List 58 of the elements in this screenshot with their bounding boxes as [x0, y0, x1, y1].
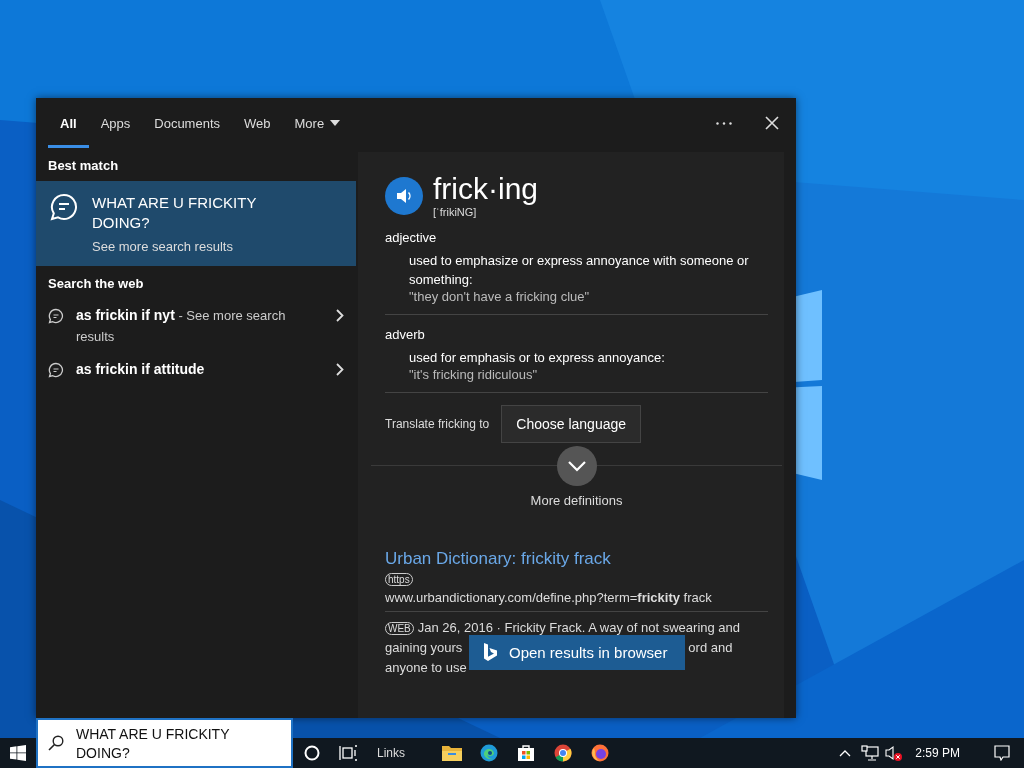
- firefox-icon[interactable]: [590, 744, 609, 762]
- dictionary-word: frick·ing: [433, 172, 538, 206]
- section-heading: Search the web: [47, 275, 145, 293]
- example-text: "they don't have a fricking clue": [409, 289, 591, 304]
- more-definitions-link[interactable]: More definitions: [524, 492, 629, 509]
- more-icon[interactable]: [716, 121, 732, 125]
- definition-text: used for emphasis or to express annoyance:: [409, 349, 666, 367]
- tab[interactable]: Documents: [142, 101, 232, 148]
- cortana-icon[interactable]: [304, 745, 320, 761]
- best-match-item[interactable]: WHAT ARE U FRICKITY DOING? See more search results: [36, 181, 356, 266]
- chat-icon: [48, 362, 64, 378]
- chevron-right-icon[interactable]: [336, 363, 344, 376]
- result-url: www.urbandictionary.com/define.php?term=frickity frack: [385, 587, 768, 612]
- snippet-text: ord and: [688, 639, 733, 657]
- part-of-speech: adverb: [385, 327, 426, 342]
- network-icon[interactable]: [861, 745, 880, 761]
- example-text: "it's fricking ridiculous": [409, 367, 539, 382]
- choose-language-button[interactable]: Choose language: [501, 405, 642, 443]
- close-icon[interactable]: [765, 116, 779, 130]
- store-icon[interactable]: [516, 744, 535, 762]
- muted-speaker-icon[interactable]: [885, 745, 904, 761]
- tab[interactable]: Apps: [88, 101, 143, 148]
- tab[interactable]: More: [282, 101, 353, 148]
- clock[interactable]: 2:59 PM: [915, 746, 960, 760]
- web-suggestion[interactable]: as frickin if attitude: [76, 359, 324, 380]
- definition-text: used to emphasize or express annoyance with someone or something:: [409, 252, 750, 289]
- speaker-icon[interactable]: [385, 177, 423, 215]
- links-toolbar[interactable]: Links: [377, 746, 405, 760]
- chevron-right-icon[interactable]: [336, 309, 344, 322]
- search-icon: [48, 735, 64, 751]
- folder-icon[interactable]: [442, 745, 462, 761]
- expand-icon[interactable]: [556, 446, 597, 486]
- result-title-link[interactable]: Urban Dictionary: frickity frack: [385, 549, 611, 569]
- pronunciation: [ˈfrikiNG]: [433, 206, 478, 218]
- search-field[interactable]: WHAT ARE U FRICKITY DOING?: [36, 718, 293, 768]
- https-badge: https: [385, 573, 413, 586]
- windows-start-icon[interactable]: [10, 745, 26, 761]
- snippet-text: gaining yours: [385, 639, 463, 657]
- caret-down-icon: [330, 120, 341, 126]
- snippet-text: Jan 26, 2016 · Frickity Frack. A way of not swearing and: [417, 619, 741, 637]
- task-view-icon[interactable]: [339, 745, 357, 761]
- best-match-title: WHAT ARE U FRICKITY DOING?: [92, 193, 258, 233]
- edge-browser-icon[interactable]: [480, 744, 498, 762]
- translate-label: Translate fricking to: [385, 417, 490, 431]
- chat-icon: [50, 193, 78, 221]
- tab[interactable]: All: [48, 101, 89, 148]
- bing-icon: [483, 642, 497, 663]
- snippet-text: anyone to use: [385, 659, 467, 677]
- section-heading: Best match: [47, 157, 120, 175]
- notification-icon[interactable]: [994, 745, 1010, 761]
- web-suggestion[interactable]: as frickin if nyt - See more search results: [76, 305, 324, 347]
- chat-icon: [48, 308, 64, 324]
- open-in-browser-button[interactable]: Open results in browser: [469, 635, 685, 670]
- best-match-subtitle: See more search results: [92, 239, 234, 254]
- tab[interactable]: Web: [232, 101, 283, 148]
- chrome-icon[interactable]: [553, 744, 572, 762]
- part-of-speech: adjective: [385, 230, 438, 245]
- caret-up-icon[interactable]: [839, 749, 852, 757]
